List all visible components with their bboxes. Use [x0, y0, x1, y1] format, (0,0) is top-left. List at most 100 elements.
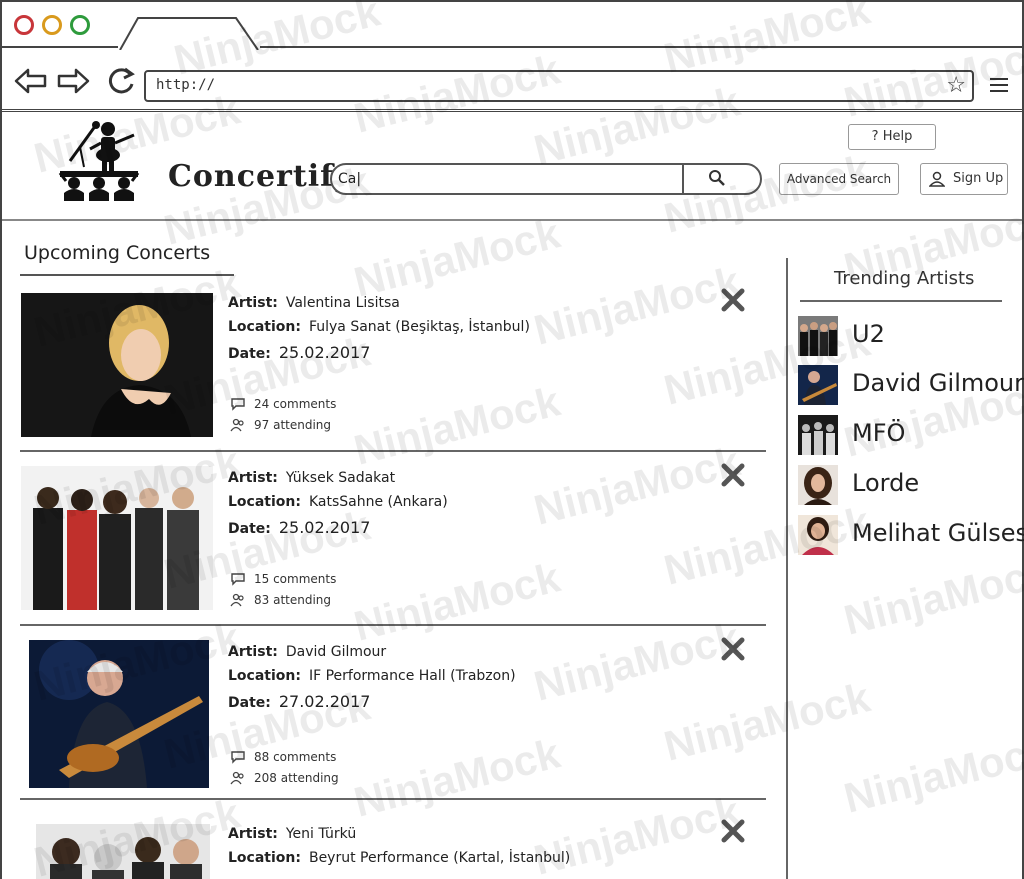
location-value[interactable]: KatsSahne (Ankara) — [309, 494, 448, 510]
trending-artist-item[interactable]: Lorde — [798, 465, 1018, 505]
concert-card[interactable]: Artist: Valentina Lisitsa Location: Fulya … — [20, 285, 766, 452]
attending-text: 97 attending — [254, 418, 332, 432]
artist-name: Lorde — [852, 469, 920, 497]
help-button-label: Help — [882, 129, 913, 144]
artist-thumbnail — [798, 415, 838, 455]
attending-count[interactable]: 208 attending — [230, 771, 339, 792]
comments-count[interactable]: 15 comments — [230, 572, 336, 593]
artist-name[interactable]: Valentina Lisitsa — [286, 295, 400, 311]
search-icon[interactable] — [708, 169, 726, 187]
concert-info: Artist: Valentina Lisitsa Location: Fulya … — [228, 295, 530, 367]
artist-name: U2 — [852, 320, 885, 348]
artist-label: Artist: — [228, 826, 278, 842]
trending-underline — [800, 300, 1002, 302]
sign-up-button[interactable]: Sign Up — [920, 163, 1008, 195]
artist-thumbnail — [798, 365, 838, 405]
date-label: Date: — [228, 521, 271, 537]
comments-text: 15 comments — [254, 572, 337, 586]
attending-count[interactable]: 83 attending — [230, 593, 336, 614]
minimize-window-icon[interactable] — [42, 15, 62, 35]
comments-text: 24 comments — [254, 397, 337, 411]
location-value[interactable]: Beyrut Performance (Kartal, İstanbul) — [309, 850, 570, 866]
browser-tab[interactable] — [118, 16, 260, 50]
date-value: 27.02.2017 — [278, 692, 371, 711]
location-label: Location: — [228, 319, 301, 335]
artist-name: David Gilmour — [852, 369, 1024, 397]
concert-photo[interactable] — [36, 824, 210, 879]
location-value[interactable]: Fulya Sanat (Beşiktaş, İstanbul) — [309, 319, 530, 335]
comment-icon — [231, 751, 245, 764]
artist-name[interactable]: David Gilmour — [286, 644, 386, 660]
date-value: 25.02.2017 — [278, 343, 371, 362]
trending-artist-item[interactable]: Melihat Gülses — [798, 515, 1024, 555]
reload-icon[interactable] — [104, 66, 138, 96]
dismiss-concert-icon[interactable] — [720, 818, 746, 844]
comment-icon — [231, 398, 245, 411]
concert-info: Artist: Yeni Türkü Location: Beyrut Perfor… — [228, 826, 570, 874]
artist-thumbnail — [798, 515, 838, 555]
search-input[interactable]: Ca| — [330, 163, 762, 195]
browser-navbar: http:// ☆ — [2, 48, 1022, 112]
close-window-icon[interactable] — [14, 15, 34, 35]
back-arrow-icon[interactable] — [14, 66, 48, 96]
concert-divider — [20, 450, 766, 452]
search-separator — [682, 165, 684, 193]
comments-text: 88 comments — [254, 750, 337, 764]
artist-thumbnail — [798, 316, 838, 356]
comment-icon — [231, 573, 245, 586]
concert-photo[interactable] — [21, 293, 213, 437]
dismiss-concert-icon[interactable] — [720, 462, 746, 488]
star-icon[interactable]: ☆ — [946, 74, 966, 98]
browser-titlebar — [2, 2, 1022, 50]
concert-stats: 88 comments 208 attending — [230, 750, 339, 792]
forward-arrow-icon[interactable] — [56, 66, 90, 96]
comments-count[interactable]: 88 comments — [230, 750, 339, 771]
concert-divider — [20, 798, 766, 800]
address-bar[interactable]: http:// ☆ — [144, 70, 974, 102]
attending-count[interactable]: 97 attending — [230, 418, 336, 439]
concert-card[interactable]: Artist: David Gilmour Location: IF Perform… — [20, 634, 766, 800]
location-label: Location: — [228, 668, 301, 684]
advanced-search-button[interactable]: Advanced Search — [779, 163, 899, 195]
artist-label: Artist: — [228, 470, 278, 486]
attending-text: 83 attending — [254, 593, 332, 607]
help-icon: ? — [871, 129, 883, 144]
artist-name: Melihat Gülses — [852, 519, 1024, 547]
concert-photo[interactable] — [21, 466, 213, 610]
artist-thumbnail — [798, 465, 838, 505]
location-value[interactable]: IF Performance Hall (Trabzon) — [309, 668, 516, 684]
trending-artists-title: Trending Artists — [834, 268, 975, 289]
concert-card[interactable]: Artist: Yeni Türkü Location: Beyrut Perfor… — [20, 816, 766, 879]
artist-name: MFÖ — [852, 419, 906, 447]
location-label: Location: — [228, 850, 301, 866]
people-icon — [230, 771, 244, 785]
trending-artist-item[interactable]: David Gilmour — [798, 365, 1024, 405]
date-value: 25.02.2017 — [278, 518, 371, 537]
trending-artist-item[interactable]: U2 — [798, 316, 1018, 356]
brand-name[interactable]: Concertify — [168, 159, 352, 194]
section-underline — [20, 274, 234, 276]
sign-up-label: Sign Up — [953, 171, 1004, 186]
search-value: Ca| — [338, 171, 362, 187]
concert-logo-icon[interactable] — [56, 119, 142, 207]
artist-name[interactable]: Yeni Türkü — [286, 826, 356, 842]
date-label: Date: — [228, 695, 271, 711]
dismiss-concert-icon[interactable] — [720, 287, 746, 313]
comments-count[interactable]: 24 comments — [230, 397, 336, 418]
concert-photo[interactable] — [29, 640, 209, 788]
location-label: Location: — [228, 494, 301, 510]
trending-artist-item[interactable]: MFÖ — [798, 415, 1018, 455]
concert-card[interactable]: Artist: Yüksek Sadakat Location: KatsSahne… — [20, 460, 766, 626]
dismiss-concert-icon[interactable] — [720, 636, 746, 662]
concert-stats: 24 comments 97 attending — [230, 397, 336, 439]
watermark: NinjaMock — [839, 725, 1024, 822]
artist-label: Artist: — [228, 295, 278, 311]
user-icon — [929, 171, 945, 187]
artist-label: Artist: — [228, 644, 278, 660]
hamburger-menu-icon[interactable] — [990, 78, 1008, 94]
help-button[interactable]: ? Help — [848, 124, 936, 150]
artist-name[interactable]: Yüksek Sadakat — [286, 470, 395, 486]
date-label: Date: — [228, 346, 271, 362]
maximize-window-icon[interactable] — [70, 15, 90, 35]
concert-info: Artist: David Gilmour Location: IF Perform… — [228, 644, 516, 716]
